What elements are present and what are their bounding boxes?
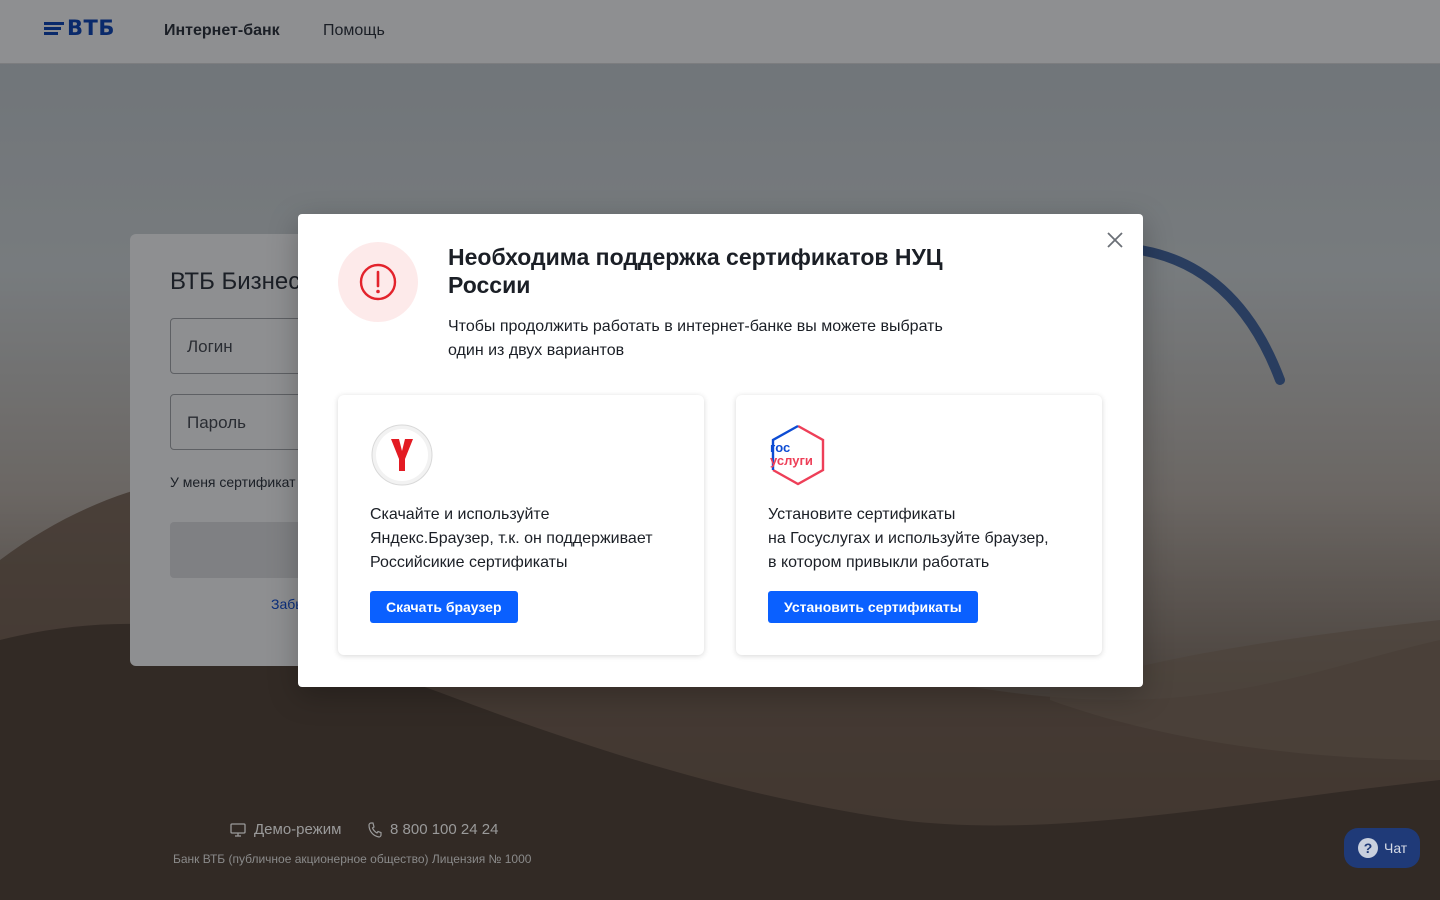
download-browser-button[interactable]: Скачать браузер: [370, 591, 518, 623]
option-gosuslugi-text: Установите сертификаты на Госуслугах и и…: [768, 506, 1049, 571]
vtb-logo[interactable]: ВТБ: [44, 16, 115, 40]
login-title: ВТБ Бизнес: [170, 268, 301, 295]
phone-number: 8 800 100 24 24: [390, 821, 499, 838]
install-certificates-button[interactable]: Установить сертификаты: [768, 591, 978, 623]
alert-badge: [338, 242, 418, 322]
option-gosuslugi: гос услуги Установите сертификаты на Гос…: [736, 395, 1102, 655]
modal-title: Необходима поддержка сертификатов НУЦ Ро…: [448, 244, 943, 298]
gosuslugi-icon: гос услуги: [766, 423, 830, 487]
logo-text: ВТБ: [67, 16, 115, 40]
password-placeholder: Пароль: [187, 413, 246, 432]
nav-internet-bank[interactable]: Интернет-банк: [164, 22, 280, 40]
phone-link[interactable]: 8 800 100 24 24: [368, 821, 498, 838]
phone-icon: [368, 821, 382, 838]
monitor-icon: [230, 822, 246, 837]
logo-bars-icon: [44, 21, 64, 35]
question-icon: ?: [1358, 838, 1378, 858]
nav-help[interactable]: Помощь: [323, 22, 385, 40]
modal-subtitle: Чтобы продолжить работать в интернет-бан…: [448, 318, 943, 359]
top-header: ВТБ Интернет-банк Помощь: [0, 0, 1440, 64]
exclamation-icon: [359, 263, 397, 301]
option-yandex-browser: Скачайте и используйте Яндекс.Браузер, т…: [338, 395, 704, 655]
demo-mode-link[interactable]: Демо-режим: [230, 821, 341, 838]
option-yandex-text: Скачайте и используйте Яндекс.Браузер, т…: [370, 506, 653, 571]
legal-text: Банк ВТБ (публичное акционерное общество…: [173, 852, 532, 866]
chat-button[interactable]: ? Чат: [1344, 828, 1420, 868]
yandex-browser-icon: [370, 423, 434, 487]
close-icon: [1107, 232, 1123, 248]
demo-mode-label: Демо-режим: [254, 821, 342, 838]
certificate-modal: Необходима поддержка сертификатов НУЦ Ро…: [298, 214, 1143, 687]
gosuslugi-logo-line2: услуги: [770, 453, 813, 468]
chat-label: Чат: [1384, 840, 1408, 856]
certificate-option[interactable]: У меня сертификат: [170, 474, 296, 490]
login-placeholder: Логин: [187, 337, 233, 356]
close-button[interactable]: [1103, 228, 1127, 252]
